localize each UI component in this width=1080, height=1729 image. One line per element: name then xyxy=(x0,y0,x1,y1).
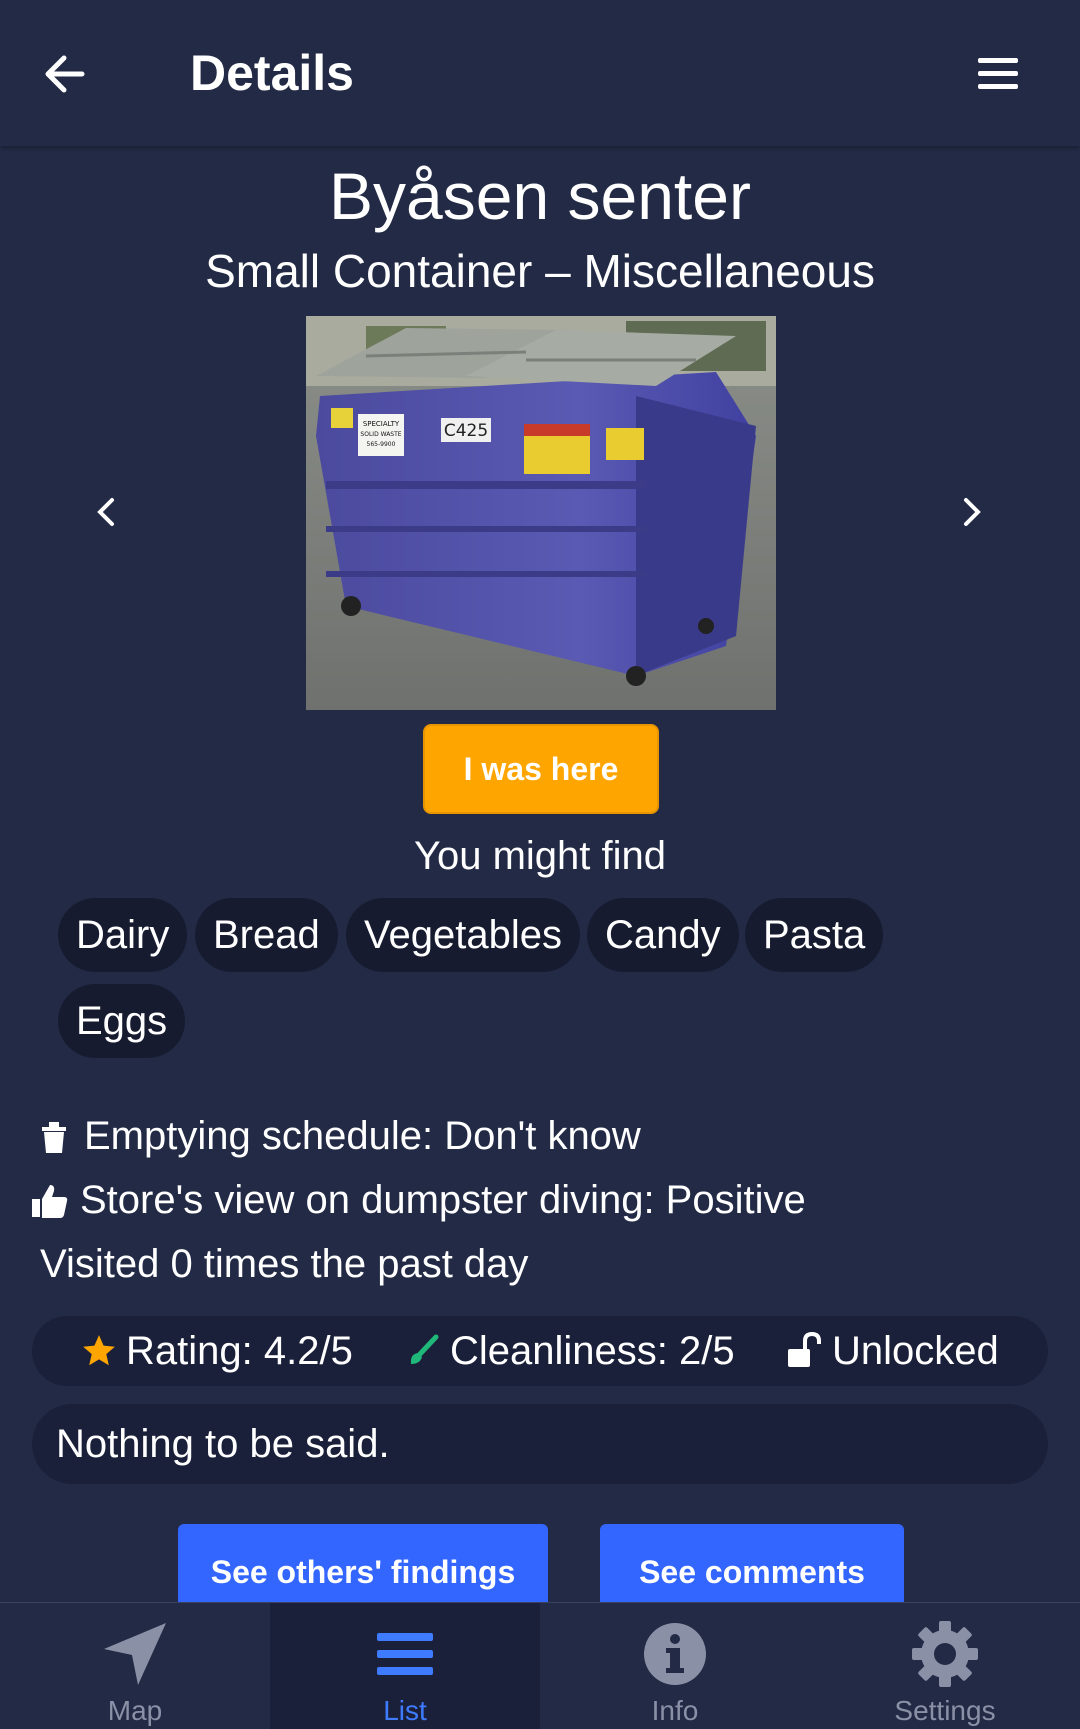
store-view: Store's view on dumpster diving: Positiv… xyxy=(28,1178,806,1223)
tag-candy: Candy xyxy=(587,898,739,972)
carousel-next-button[interactable] xyxy=(942,482,1002,542)
might-find-heading: You might find xyxy=(413,834,667,878)
chevron-left-icon xyxy=(97,498,114,526)
brush-icon xyxy=(402,1330,444,1372)
nav-info[interactable]: Info xyxy=(540,1603,810,1729)
back-button[interactable] xyxy=(38,46,94,102)
place-type: Small Container – Miscellaneous xyxy=(205,245,875,297)
hamburger-menu-icon xyxy=(978,58,1018,89)
unlocked-padlock-icon xyxy=(784,1330,826,1372)
emptying-schedule: Emptying schedule: Don't know xyxy=(32,1114,641,1159)
tag-dairy: Dairy xyxy=(58,898,188,972)
details-content[interactable]: Byåsen senter Small Container – Miscella… xyxy=(0,146,1080,1602)
i-was-here-button[interactable]: I was here xyxy=(423,724,659,814)
store-view-text: Store's view on dumpster diving: Positiv… xyxy=(80,1178,806,1222)
see-findings-button[interactable]: See others' findings xyxy=(178,1524,548,1602)
stats-bar: Rating: 4.2/5 Cleanliness: 2/5 Unlocked xyxy=(32,1316,1048,1386)
svg-text:SOLID WASTE: SOLID WASTE xyxy=(360,431,401,438)
nav-info-label: Info xyxy=(651,1695,699,1726)
emptying-schedule-text: Emptying schedule: Don't know xyxy=(84,1114,641,1158)
nav-map-label: Map xyxy=(107,1695,163,1726)
page-title: Details xyxy=(190,45,354,101)
visit-count: Visited 0 times the past day xyxy=(40,1242,529,1286)
gear-icon xyxy=(908,1617,982,1691)
tag-pasta: Pasta xyxy=(745,898,884,972)
tag-bread: Bread xyxy=(195,898,338,972)
cleanliness-text: Cleanliness: 2/5 xyxy=(450,1328,735,1373)
trash-icon xyxy=(32,1115,76,1159)
lock-stat: Unlocked xyxy=(784,1316,999,1386)
description-note: Nothing to be said. xyxy=(32,1404,1048,1484)
cleanliness-stat: Cleanliness: 2/5 xyxy=(402,1316,735,1386)
navigation-arrow-icon xyxy=(98,1617,172,1691)
lock-text: Unlocked xyxy=(832,1328,999,1373)
app-bar: Details xyxy=(0,0,1080,146)
container-photo: SPECIALTY SOLID WASTE 565-9900 C425 xyxy=(306,316,776,710)
bottom-navigation: Map List Info Settings xyxy=(0,1602,1080,1729)
rating-stat: Rating: 4.2/5 xyxy=(78,1316,353,1386)
carousel-prev-button[interactable] xyxy=(76,482,136,542)
nav-list-label: List xyxy=(383,1695,427,1726)
tag-eggs: Eggs xyxy=(58,984,186,1058)
list-icon xyxy=(368,1617,442,1691)
thumbs-up-icon xyxy=(28,1179,72,1223)
arrow-left-icon xyxy=(45,55,85,93)
star-icon xyxy=(78,1330,120,1372)
menu-button[interactable] xyxy=(970,52,1026,96)
nav-list[interactable]: List xyxy=(270,1603,540,1729)
tag-vegetables: Vegetables xyxy=(346,898,580,972)
nav-settings[interactable]: Settings xyxy=(810,1603,1080,1729)
place-name: Byåsen senter xyxy=(329,159,751,233)
svg-text:SPECIALTY: SPECIALTY xyxy=(363,420,400,428)
chevron-right-icon xyxy=(964,498,981,526)
info-icon xyxy=(638,1617,712,1691)
nav-settings-label: Settings xyxy=(894,1695,996,1726)
svg-text:C425: C425 xyxy=(444,421,488,441)
nav-map[interactable]: Map xyxy=(0,1603,270,1729)
rating-text: Rating: 4.2/5 xyxy=(126,1328,353,1373)
see-comments-button[interactable]: See comments xyxy=(600,1524,904,1602)
svg-text:565-9900: 565-9900 xyxy=(367,441,396,448)
